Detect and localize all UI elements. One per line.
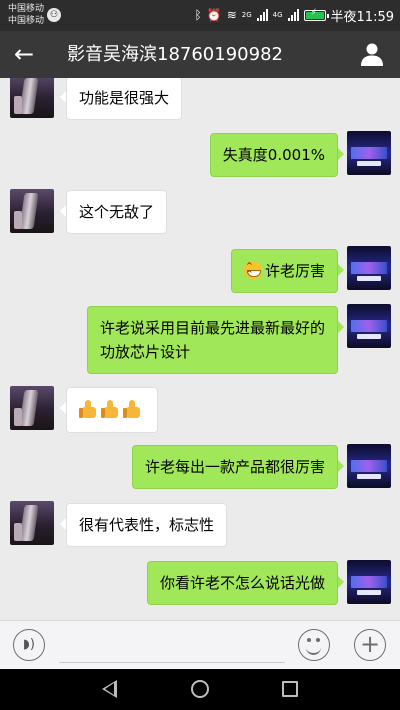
status-icons: ᛒ ⏰ ≋ 2G 4G ⚡ 半夜11:59 xyxy=(194,7,394,25)
incoming-bubble[interactable]: 功能是很强大 xyxy=(59,78,183,120)
back-button[interactable]: ← xyxy=(14,40,34,68)
wifi-icon: ≋ xyxy=(226,8,237,22)
carrier-line-2: 中国移动 xyxy=(8,16,45,26)
signal-icon xyxy=(256,9,268,21)
system-recents-icon[interactable] xyxy=(282,681,298,697)
alarm-icon: ⏰ xyxy=(206,8,222,22)
status-bar: 中国移动 中国移动 ⚇ ᛒ ⏰ ≋ 2G 4G ⚡ 半夜11:59 xyxy=(0,0,400,31)
arrow-left-icon: ← xyxy=(14,40,35,68)
thumbs-up-icon xyxy=(79,399,99,419)
carrier-line-1: 中国移动 xyxy=(8,4,45,14)
clock: 半夜11:59 xyxy=(330,9,394,25)
my-avatar[interactable] xyxy=(347,131,391,175)
contact-avatar[interactable] xyxy=(10,189,54,233)
contact-avatar[interactable] xyxy=(10,386,54,430)
incoming-bubble[interactable]: 这个无敌了 xyxy=(59,190,168,234)
message-text-line-1: 许老说采用目前最先进最新最好的 xyxy=(99,319,325,337)
chat-title: 影音吴海滨18760190982 xyxy=(67,44,283,65)
plus-icon: + xyxy=(359,630,381,658)
system-home-icon[interactable] xyxy=(191,680,209,698)
bluetooth-icon: ᛒ xyxy=(194,8,202,22)
profile-button[interactable] xyxy=(360,42,384,66)
my-avatar[interactable] xyxy=(347,444,391,488)
message-list[interactable]: 功能是很强大 失真度0.001% 这个无敌了 许老厉害 许老说采用目前最先进最新… xyxy=(0,78,400,620)
message-text-line-2: 功放芯片设计 xyxy=(99,343,190,361)
input-toolbar: ◗) + xyxy=(0,620,400,669)
voice-button[interactable]: ◗) xyxy=(13,629,45,661)
outgoing-bubble[interactable]: 许老厉害 xyxy=(230,249,345,293)
message-text: 许老厉害 xyxy=(264,262,325,280)
person-icon xyxy=(361,43,383,66)
incoming-bubble[interactable]: 很有代表性，标志性 xyxy=(59,503,228,547)
thumbs-up-icon xyxy=(101,399,121,419)
outgoing-bubble[interactable]: 许老说采用目前最先进最新最好的 功放芯片设计 xyxy=(86,306,345,374)
message-input[interactable] xyxy=(59,629,285,663)
incoming-bubble[interactable] xyxy=(60,387,158,433)
system-navigation-bar xyxy=(0,669,400,710)
contact-avatar[interactable] xyxy=(10,501,54,545)
signal-icon xyxy=(287,9,299,21)
system-back-icon[interactable] xyxy=(102,680,117,698)
outgoing-bubble[interactable]: 你看许老不怎么说话光做 xyxy=(146,561,345,605)
outgoing-bubble[interactable]: 许老每出一款产品都很厉害 xyxy=(131,445,345,489)
my-avatar[interactable] xyxy=(347,304,391,348)
my-avatar[interactable] xyxy=(347,246,391,290)
thumbs-up-icon xyxy=(123,399,143,419)
voice-icon: ◗) xyxy=(23,637,35,652)
chat-header: ← 影音吴海滨18760190982 xyxy=(0,31,400,78)
grin-emoji-icon xyxy=(243,261,262,279)
network-type-label: 4G xyxy=(272,11,283,19)
my-avatar[interactable] xyxy=(347,560,391,604)
data-saver-icon: ⚇ xyxy=(47,8,61,22)
contact-avatar[interactable] xyxy=(10,78,54,118)
carrier-info: 中国移动 中国移动 xyxy=(8,3,44,27)
more-button[interactable]: + xyxy=(354,629,386,661)
outgoing-bubble[interactable]: 失真度0.001% xyxy=(209,133,345,177)
network-type-label: 2G xyxy=(241,11,252,19)
emoji-button[interactable] xyxy=(298,629,330,661)
battery-icon: ⚡ xyxy=(303,8,329,21)
